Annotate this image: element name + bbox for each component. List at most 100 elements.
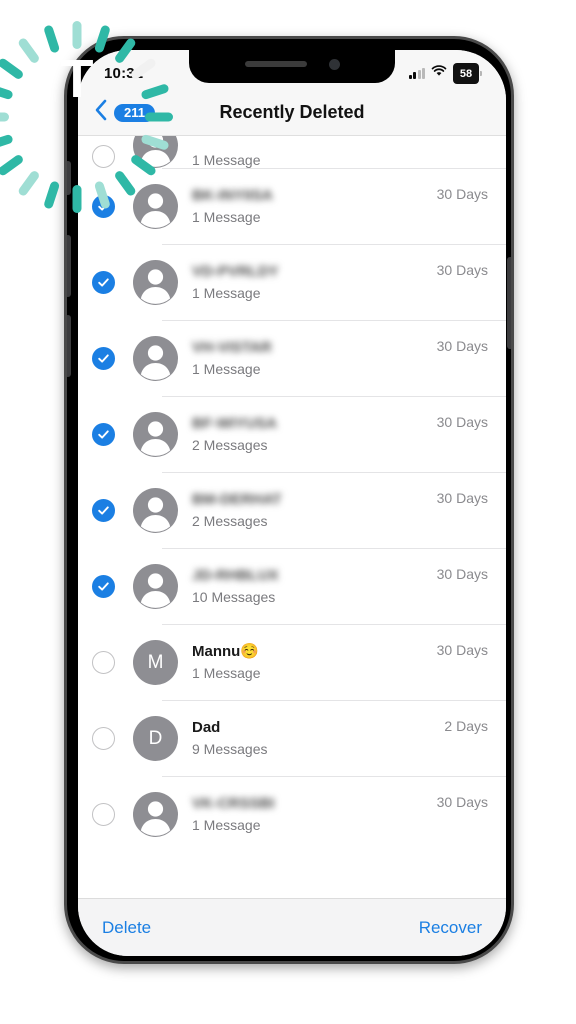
avatar: M	[133, 639, 178, 685]
battery-body: 58	[453, 62, 479, 84]
expiry-date: 30 Days	[436, 338, 488, 354]
contact-name: BM-DERHAT	[192, 491, 282, 509]
contact-name: VH-VISTAR	[192, 339, 272, 357]
avatar-person-icon	[133, 563, 178, 609]
wifi-icon	[431, 64, 447, 82]
list-item-text: VK-CRSSBI 1 Message	[192, 795, 437, 832]
checkbox-checked-icon[interactable]	[92, 194, 115, 218]
checkbox-checked-icon[interactable]	[92, 422, 115, 446]
checkbox-unchecked-icon[interactable]	[92, 726, 115, 750]
phone-device-frame: 10:32 58 211 Recently Deleted 1 Message …	[64, 36, 514, 964]
avatar-person-icon	[133, 487, 178, 533]
expiry-date: 30 Days	[436, 414, 488, 430]
recover-button[interactable]: Recover	[417, 914, 484, 942]
list-item-text: BK-INYIISA 1 Message	[192, 187, 437, 224]
front-camera-icon	[328, 58, 340, 70]
watermark-ray	[72, 21, 82, 49]
message-count: 2 Messages	[192, 512, 268, 529]
avatar-person-icon	[133, 411, 178, 457]
back-button[interactable]: 211	[94, 99, 155, 126]
checkbox-unchecked-icon[interactable]	[92, 145, 115, 168]
message-count: 1 Message	[192, 360, 261, 377]
list-item[interactable]: D Dad 9 Messages 2 Days	[78, 700, 506, 776]
message-count: 1 Message	[192, 816, 261, 833]
checkbox-checked-icon[interactable]	[92, 270, 115, 294]
contact-name: BF-WIYUSA	[192, 415, 277, 433]
list-item[interactable]: JD-RHBLUX 10 Messages 30 Days	[78, 548, 506, 624]
avatar-initial: M	[147, 651, 164, 673]
message-count: 1 Message	[192, 151, 261, 168]
signal-bars-icon	[408, 67, 425, 79]
watermark-ray	[43, 24, 61, 54]
message-count: 9 Messages	[192, 740, 268, 757]
delete-button[interactable]: Delete	[100, 914, 153, 942]
expiry-date: 30 Days	[436, 566, 488, 582]
expiry-date: 30 Days	[436, 490, 488, 506]
earpiece-speaker-icon	[244, 61, 307, 67]
list-item[interactable]: BM-DERHAT 2 Messages 30 Days	[78, 472, 506, 548]
avatar: D	[133, 715, 178, 761]
list-item[interactable]: BK-INYIISA 1 Message 30 Days	[78, 168, 506, 244]
message-count: 1 Message	[192, 284, 261, 301]
list-item[interactable]: VH-VISTAR 1 Message 30 Days	[78, 320, 506, 396]
list-item[interactable]: 1 Message	[78, 136, 506, 168]
list-item[interactable]: BF-WIYUSA 2 Messages 30 Days	[78, 396, 506, 472]
contact-name: Dad	[192, 719, 221, 737]
contact-name: JD-RHBLUX	[192, 567, 279, 585]
checkbox-unchecked-icon[interactable]	[92, 802, 115, 826]
list-item-text: 1 Message	[192, 152, 488, 168]
battery-percent-label: 58	[459, 68, 473, 80]
message-count: 1 Message	[192, 664, 261, 681]
list-item-text: VH-VISTAR 1 Message	[192, 339, 437, 376]
avatar-person-icon	[133, 183, 178, 229]
checkbox-checked-icon[interactable]	[92, 346, 115, 370]
silent-switch-button[interactable]	[67, 161, 71, 195]
watermark-ray	[0, 133, 14, 151]
chevron-left-icon	[94, 99, 107, 126]
expiry-date: 30 Days	[436, 186, 488, 202]
status-bar-clock: 10:32	[104, 64, 144, 82]
recently-deleted-list[interactable]: 1 Message BK-INYIISA 1 Message 30 Days VD-PV…	[78, 136, 506, 898]
bottom-toolbar: Delete Recover	[78, 898, 506, 956]
power-button[interactable]	[507, 257, 511, 349]
list-item-text: BM-DERHAT 2 Messages	[192, 491, 437, 528]
watermark-ray	[0, 83, 14, 101]
contact-name: VD-PVRLDY	[192, 263, 279, 281]
avatar-person-icon	[133, 259, 178, 305]
watermark-ray	[16, 169, 41, 198]
screenshot-canvas: 10:32 58 211 Recently Deleted 1 Message …	[0, 0, 576, 1024]
list-item-text: Dad 9 Messages	[192, 719, 444, 756]
expiry-date: 30 Days	[436, 642, 488, 658]
list-item[interactable]: VD-PVRLDY 1 Message 30 Days	[78, 244, 506, 320]
expiry-date: 2 Days	[444, 718, 488, 734]
contact-name: VK-CRSSBI	[192, 795, 275, 813]
volume-down-button[interactable]	[67, 315, 71, 377]
watermark-ray	[0, 56, 25, 81]
contact-name: BK-INYIISA	[192, 187, 273, 205]
volume-up-button[interactable]	[67, 235, 71, 297]
avatar-person-icon	[133, 335, 178, 381]
battery-icon: 58	[453, 62, 482, 84]
avatar-person-icon	[133, 791, 178, 837]
list-item[interactable]: M Mannu☺️ 1 Message 30 Days	[78, 624, 506, 700]
watermark-ray	[0, 112, 9, 122]
message-count: 10 Messages	[192, 588, 276, 605]
list-item-text: VD-PVRLDY 1 Message	[192, 263, 437, 300]
list-item[interactable]: VK-CRSSBI 1 Message 30 Days	[78, 776, 506, 852]
battery-nub	[480, 70, 482, 76]
contact-name: Mannu☺️	[192, 643, 260, 661]
notch	[189, 50, 395, 83]
checkbox-checked-icon[interactable]	[92, 574, 115, 598]
phone-screen: 10:32 58 211 Recently Deleted 1 Message …	[78, 50, 506, 956]
expiry-date: 30 Days	[436, 794, 488, 810]
list-item-text: BF-WIYUSA 2 Messages	[192, 415, 437, 452]
list-item-text: JD-RHBLUX 10 Messages	[192, 567, 437, 604]
checkbox-unchecked-icon[interactable]	[92, 650, 115, 674]
message-count: 2 Messages	[192, 436, 268, 453]
watermark-ray	[0, 153, 25, 178]
checkbox-checked-icon[interactable]	[92, 498, 115, 522]
avatar-person-icon	[133, 136, 178, 168]
back-unread-badge: 211	[114, 103, 155, 122]
expiry-date: 30 Days	[436, 262, 488, 278]
message-count: 1 Message	[192, 208, 261, 225]
